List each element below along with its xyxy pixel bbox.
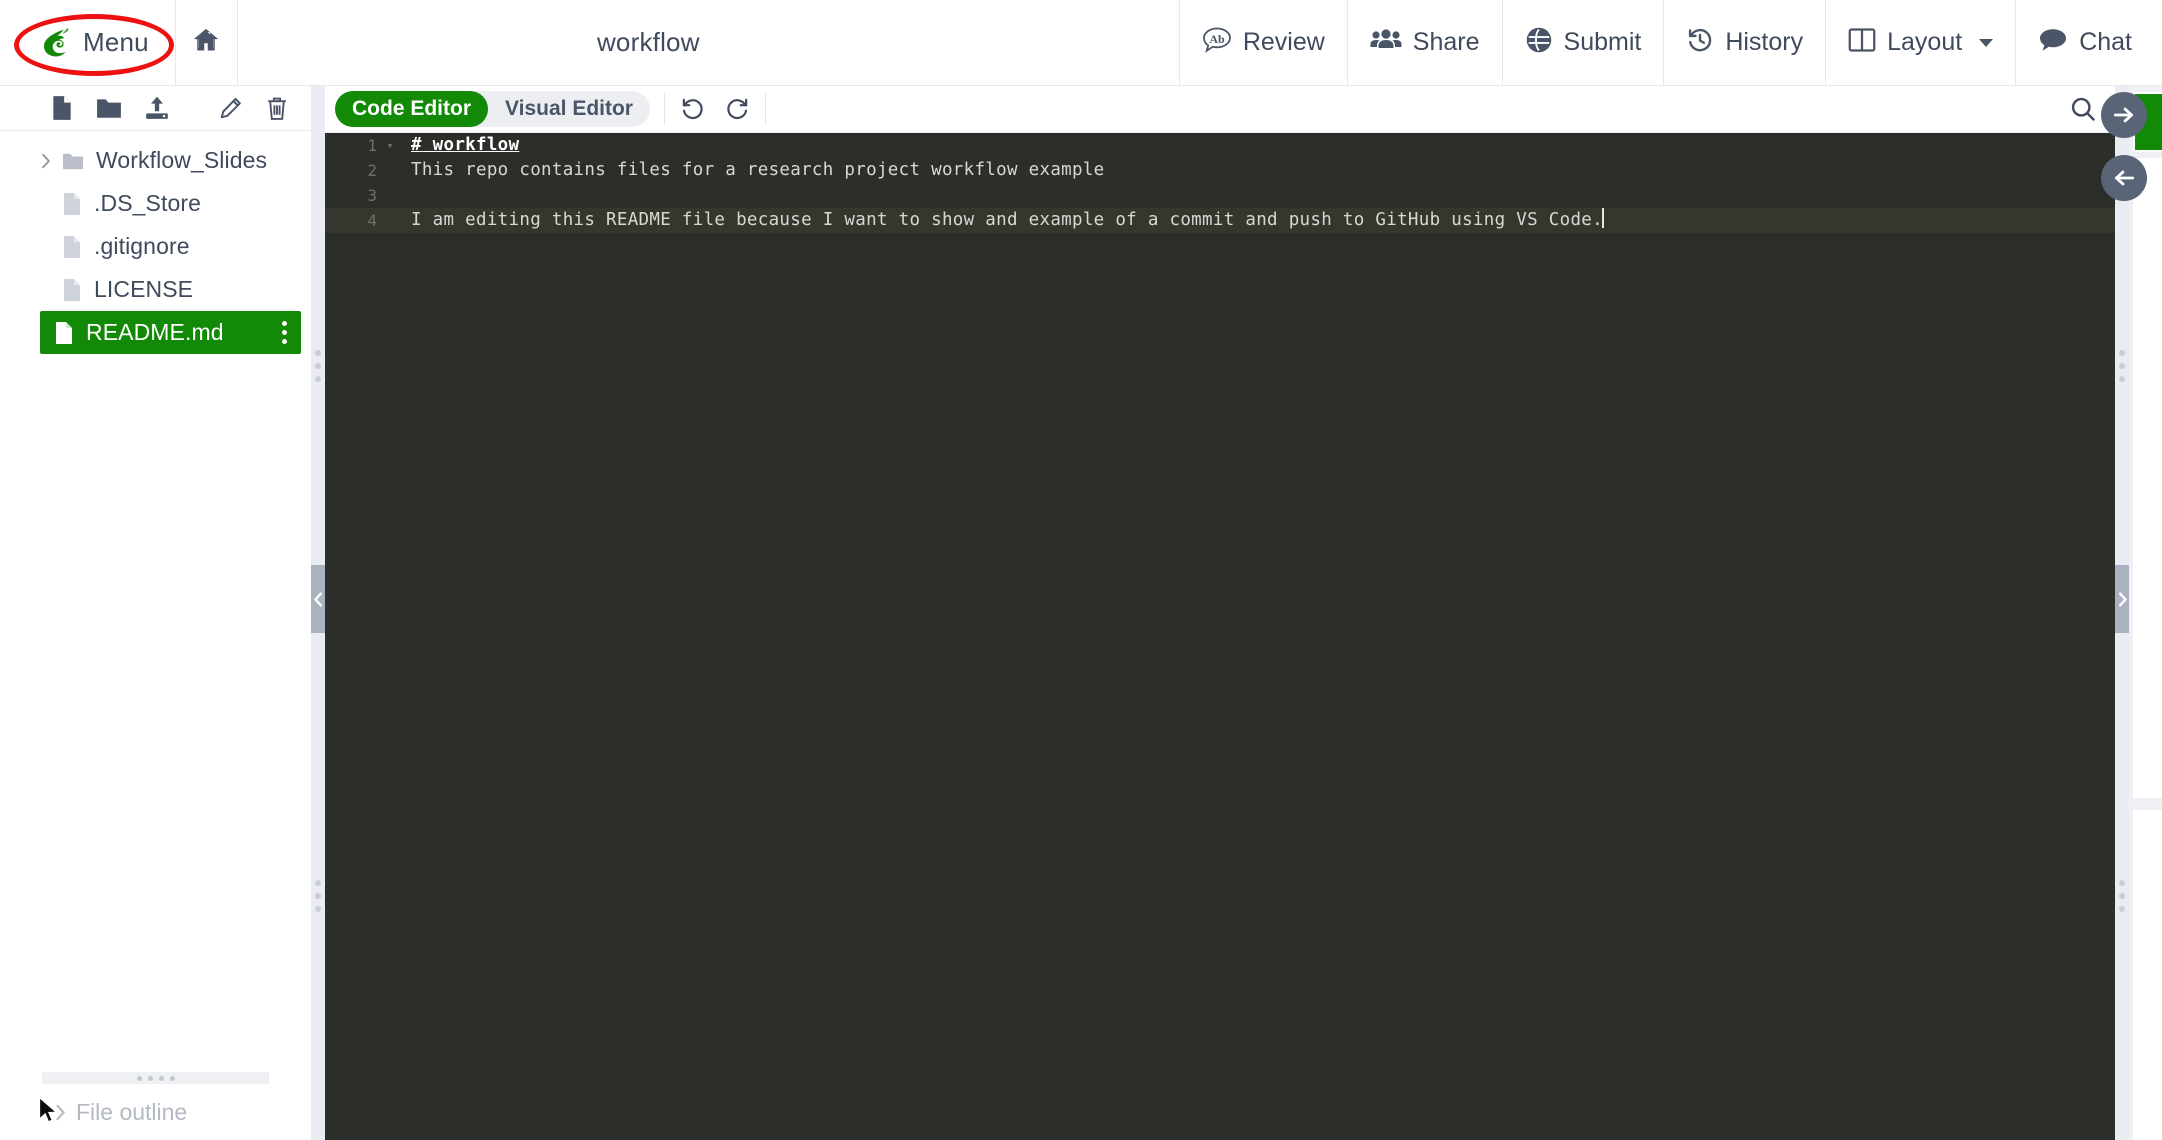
toolbar-divider — [663, 93, 665, 125]
file-tree-item-label: .DS_Store — [94, 190, 202, 216]
file-tree-list: Workflow_Slides .DS_Store .gitignore LIC… — [0, 131, 311, 354]
editor-panel: Code Editor Visual Editor 1 ▾ # workflow… — [325, 86, 2115, 1140]
toolbar-divider — [764, 93, 766, 125]
share-button[interactable]: Share — [1346, 0, 1502, 85]
pdf-page-thumbnail — [2133, 158, 2162, 798]
new-folder-icon[interactable] — [96, 95, 122, 121]
chevron-right-icon[interactable] — [36, 153, 56, 169]
upload-icon[interactable] — [144, 95, 170, 121]
file-tree-spacer — [0, 354, 311, 1072]
redo-arrow-icon[interactable] — [725, 96, 751, 122]
layout-button[interactable]: Layout — [1825, 0, 2015, 85]
file-tree-panel: Workflow_Slides .DS_Store .gitignore LIC… — [0, 86, 311, 1140]
chevron-right-icon — [50, 1104, 70, 1121]
tab-visual-editor[interactable]: Visual Editor — [488, 91, 650, 127]
collapse-file-tree-handle[interactable] — [311, 565, 325, 633]
right-splitter[interactable] — [2115, 86, 2129, 1140]
code-line-text: I am editing this README file because I … — [411, 210, 1603, 230]
chat-bubble-icon — [2038, 27, 2068, 58]
submit-globe-icon — [1525, 26, 1553, 59]
chat-button-label: Chat — [2079, 28, 2132, 56]
new-file-icon[interactable] — [50, 95, 74, 121]
arrow-right-circle-icon[interactable] — [2101, 92, 2147, 138]
review-ab-icon: Ab — [1202, 27, 1232, 58]
folder-icon — [62, 151, 84, 171]
file-tree-toolbar — [0, 86, 311, 131]
line-number: 3 — [367, 186, 377, 205]
file-outline-toggle[interactable]: File outline — [0, 1084, 311, 1140]
file-outline-label: File outline — [76, 1098, 188, 1125]
review-button[interactable]: Ab Review — [1178, 0, 1347, 85]
file-tree-item-license[interactable]: LICENSE — [0, 268, 311, 311]
file-icon — [62, 192, 82, 216]
code-line: 2 This repo contains files for a researc… — [325, 158, 2115, 183]
code-line-text: This repo contains files for a research … — [411, 160, 1105, 180]
share-people-icon — [1370, 27, 1402, 58]
file-tree-item-label: Workflow_Slides — [96, 147, 268, 173]
history-clock-icon — [1686, 26, 1714, 59]
file-context-menu-icon[interactable] — [282, 321, 287, 344]
file-tree-resize-handle[interactable] — [42, 1072, 269, 1084]
splitter-grip-dots — [315, 880, 321, 912]
code-line-active: 4 I am editing this README file because … — [325, 208, 2115, 233]
editor-toolbar: Code Editor Visual Editor — [325, 86, 2115, 133]
text-cursor — [1601, 208, 1604, 228]
code-line: 1 ▾ # workflow — [325, 133, 2115, 158]
pencil-edit-icon[interactable] — [218, 96, 243, 121]
splitter-grip-dots — [2119, 350, 2125, 382]
file-icon — [54, 321, 74, 345]
history-button-label: History — [1725, 28, 1804, 56]
file-tree-item-label: .gitignore — [94, 233, 190, 259]
svg-text:Ab: Ab — [1209, 32, 1225, 46]
line-number: 2 — [367, 161, 377, 180]
code-line: 3 — [325, 183, 2115, 208]
file-tree-item-ds-store[interactable]: .DS_Store — [0, 182, 311, 225]
line-number: 1 — [367, 136, 377, 155]
trash-icon[interactable] — [265, 96, 289, 121]
splitter-grip-dots — [2119, 880, 2125, 912]
page-title: workflow — [596, 27, 700, 57]
layout-columns-icon — [1848, 27, 1876, 58]
header-actions: Ab Review Share Submit History Layout Ch… — [1178, 0, 2162, 85]
left-splitter[interactable] — [311, 86, 325, 1140]
line-number: 4 — [367, 211, 377, 230]
code-editor-content[interactable]: 1 ▾ # workflow 2 This repo contains file… — [325, 133, 2115, 1140]
review-button-label: Review — [1242, 28, 1325, 56]
chat-button[interactable]: Chat — [2015, 0, 2162, 85]
expand-pdf-panel-handle[interactable] — [2115, 565, 2129, 633]
tab-code-editor[interactable]: Code Editor — [335, 91, 488, 127]
file-tree-item-label: LICENSE — [94, 276, 194, 302]
editor-mode-switch: Code Editor Visual Editor — [335, 91, 650, 127]
fold-toggle-icon[interactable]: ▾ — [383, 133, 397, 158]
file-tree-item-label: README.md — [86, 319, 224, 345]
layout-button-label: Layout — [1887, 28, 1963, 56]
file-icon — [62, 235, 82, 259]
file-tree-item-gitignore[interactable]: .gitignore — [0, 225, 311, 268]
overleaf-logo-icon — [42, 27, 72, 59]
splitter-grip-dots — [315, 350, 321, 382]
pdf-page-thumbnail — [2133, 810, 2162, 1140]
top-header-bar: Menu workflow Ab Review Share Submit His… — [0, 0, 2162, 86]
pdf-preview-panel[interactable] — [2129, 86, 2162, 1140]
search-icon[interactable] — [2069, 95, 2097, 123]
file-tree-item-folder[interactable]: Workflow_Slides — [0, 139, 311, 182]
arrow-left-circle-icon[interactable] — [2101, 155, 2147, 201]
editor-history-buttons — [679, 96, 751, 122]
share-button-label: Share — [1412, 28, 1480, 56]
chevron-down-icon — [1979, 38, 1994, 47]
history-button[interactable]: History — [1663, 0, 1825, 85]
file-icon — [62, 278, 82, 302]
undo-arrow-icon[interactable] — [679, 96, 705, 122]
overleaf-editor-window: Menu workflow Ab Review Share Submit His… — [0, 0, 2162, 1140]
submit-button[interactable]: Submit — [1501, 0, 1664, 85]
file-tree-item-readme[interactable]: README.md — [40, 311, 301, 354]
submit-button-label: Submit — [1563, 28, 1642, 56]
code-line-text: # workflow — [411, 135, 520, 155]
